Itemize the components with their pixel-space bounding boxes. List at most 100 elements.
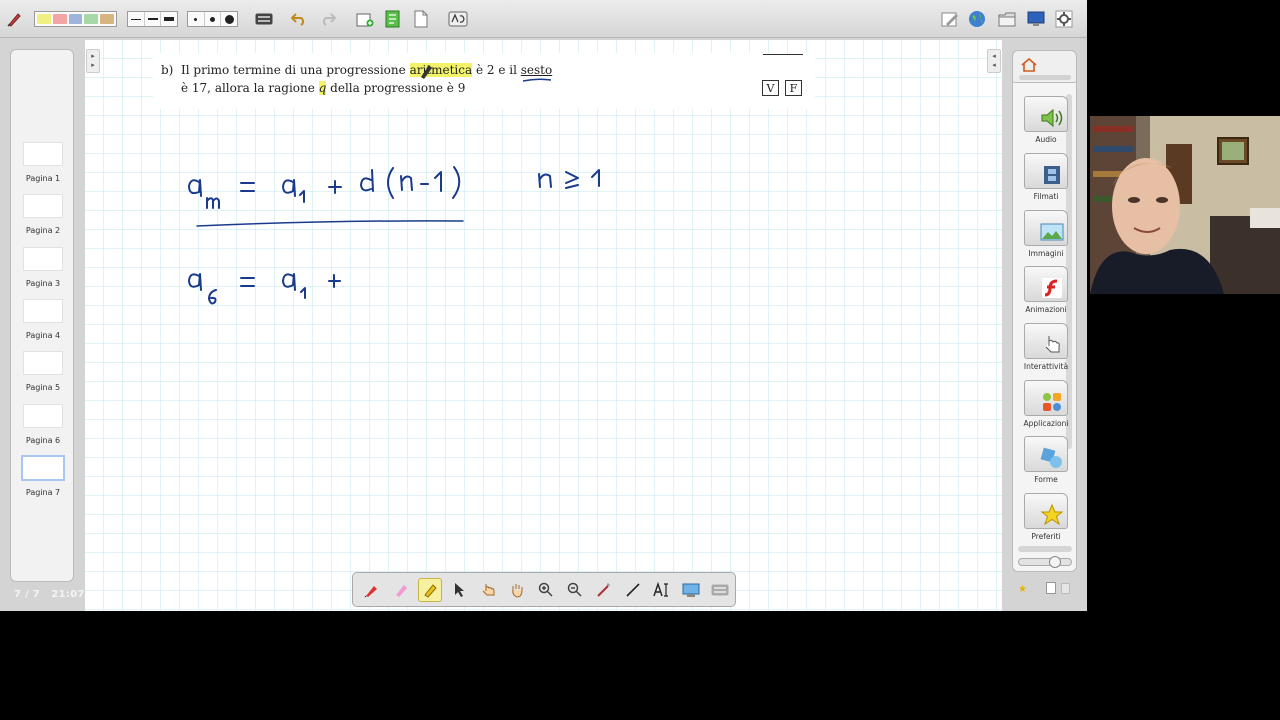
page-thumbnail[interactable] (23, 142, 63, 166)
gallery-folder-favorites[interactable]: Preferiti (1018, 493, 1074, 541)
page-counter: 7 / 7 21:07 (14, 589, 85, 600)
page-thumbnail-active[interactable] (21, 455, 65, 481)
highlighter-icon[interactable] (418, 577, 442, 602)
gallery-folder-interactive[interactable]: Interattività (1018, 323, 1074, 371)
left-panel-toggle[interactable]: ▸ ▸ (86, 49, 100, 73)
page-label: Pagina 2 (25, 226, 61, 235)
magic-wand-icon[interactable] (592, 578, 616, 602)
page-icon[interactable] (1046, 582, 1056, 594)
settings-icon[interactable] (1055, 10, 1073, 28)
page-thumbnail[interactable] (23, 404, 63, 428)
gallery-folder-shapes[interactable]: Forme (1018, 436, 1074, 484)
speaker-icon (1039, 107, 1065, 129)
medium-dot-icon[interactable] (205, 12, 222, 26)
pen-cursor-icon (421, 65, 432, 79)
pen-tool-icon[interactable] (6, 10, 24, 28)
gallery-size-slider[interactable] (1018, 546, 1072, 552)
text-icon[interactable] (650, 578, 674, 602)
whiteboard-app: Pagina 1 Pagina 2 Pagina 3 Pagina 4 Pagi… (0, 0, 1087, 611)
hand-cursor-icon (1039, 334, 1065, 356)
swatch-green[interactable] (84, 14, 99, 24)
folder-icon (1024, 436, 1068, 472)
document-icon[interactable] (413, 10, 429, 28)
apps-icon (1039, 391, 1065, 413)
zoom-out-icon[interactable] (563, 578, 587, 602)
gallery-folder-video[interactable]: Filmati (1018, 153, 1074, 201)
folder-icon (1024, 323, 1068, 359)
gallery-label: Animazioni (1025, 305, 1067, 314)
line-width-selector[interactable] (127, 11, 178, 27)
recognize-icon[interactable] (448, 10, 468, 28)
medium-line-icon[interactable] (145, 12, 162, 26)
zoom-slider[interactable] (1018, 556, 1072, 568)
pen-settings-icon[interactable] (941, 10, 959, 28)
film-icon (1039, 164, 1065, 186)
keyboard-icon[interactable] (708, 578, 732, 602)
thin-line-icon[interactable] (128, 12, 145, 26)
page-label: Pagina 5 (25, 383, 61, 392)
pointer-hand-icon[interactable] (476, 578, 500, 602)
swatch-yellow[interactable] (37, 14, 51, 24)
floating-tools-bar (352, 572, 736, 607)
gallery-folder-animations[interactable]: Animazioni (1018, 266, 1074, 314)
undo-icon[interactable] (290, 10, 308, 28)
page-thumbnail[interactable] (23, 194, 63, 218)
slider-thumb[interactable] (1049, 556, 1061, 568)
folder-icon (1024, 96, 1068, 132)
flash-icon (1039, 277, 1065, 299)
gallery-label: Interattività (1023, 362, 1069, 371)
gallery-folder-images[interactable]: Immagini (1018, 210, 1074, 258)
top-toolbar (0, 0, 1087, 38)
thick-line-icon[interactable] (161, 12, 177, 26)
highlighter-pen-icon[interactable] (389, 578, 413, 602)
display-icon[interactable] (1026, 10, 1046, 28)
right-panel-toggle[interactable]: ◂ ◂ (987, 49, 1001, 73)
color-swatches[interactable] (34, 11, 117, 27)
import-icon[interactable] (384, 10, 402, 28)
pen-icon[interactable] (360, 578, 384, 602)
folder-icon[interactable] (997, 10, 1017, 28)
home-icon[interactable] (1021, 57, 1037, 76)
dot-size-selector[interactable] (187, 11, 238, 27)
line-icon[interactable] (621, 578, 645, 602)
page-thumbnail[interactable] (23, 247, 63, 271)
swatch-blue[interactable] (68, 14, 83, 24)
favorite-star-icon[interactable]: ★ (1018, 584, 1027, 595)
page-label: Pagina 6 (25, 436, 61, 445)
trash-icon[interactable] (1061, 583, 1070, 594)
zoom-in-icon[interactable] (534, 578, 558, 602)
swatch-red[interactable] (52, 14, 67, 24)
select-arrow-icon[interactable] (447, 578, 471, 602)
page-sorter-panel: Pagina 1 Pagina 2 Pagina 3 Pagina 4 Pagi… (10, 49, 74, 582)
screen-capture-icon[interactable] (679, 578, 703, 602)
whiteboard-canvas[interactable]: b) Il primo termine di una progressione … (85, 40, 1002, 611)
folder-icon (1024, 210, 1068, 246)
clock: 21:07 (51, 589, 85, 600)
page-label: Pagina 1 (25, 174, 61, 183)
new-page-icon[interactable] (355, 10, 375, 28)
gallery-nav-bar[interactable] (1019, 75, 1071, 80)
pan-hand-icon[interactable] (505, 578, 529, 602)
image-icon (1039, 221, 1065, 243)
shapes-icon (1039, 447, 1065, 469)
redo-icon[interactable] (319, 10, 337, 28)
gallery-folder-apps[interactable]: Applicazioni (1018, 380, 1074, 428)
swatch-orange[interactable] (100, 14, 114, 24)
gallery-label: Forme (1034, 475, 1058, 484)
folder-icon (1024, 493, 1068, 529)
globe-icon[interactable] (968, 10, 986, 28)
gallery-label: Immagini (1028, 249, 1064, 258)
folder-icon (1024, 380, 1068, 416)
star-icon (1039, 504, 1065, 526)
gallery-label: Applicazioni (1023, 419, 1069, 428)
folder-icon (1024, 153, 1068, 189)
page-label: Pagina 4 (25, 331, 61, 340)
small-dot-icon[interactable] (188, 12, 205, 26)
page-thumbnail[interactable] (23, 299, 63, 323)
keyboard-icon[interactable] (254, 10, 274, 28)
page-label: Pagina 7 (25, 488, 61, 497)
page-thumbnail[interactable] (23, 351, 63, 375)
gallery-folder-audio[interactable]: Audio (1018, 96, 1074, 144)
page-count: 7 / 7 (14, 589, 41, 600)
large-dot-icon[interactable] (221, 12, 237, 26)
